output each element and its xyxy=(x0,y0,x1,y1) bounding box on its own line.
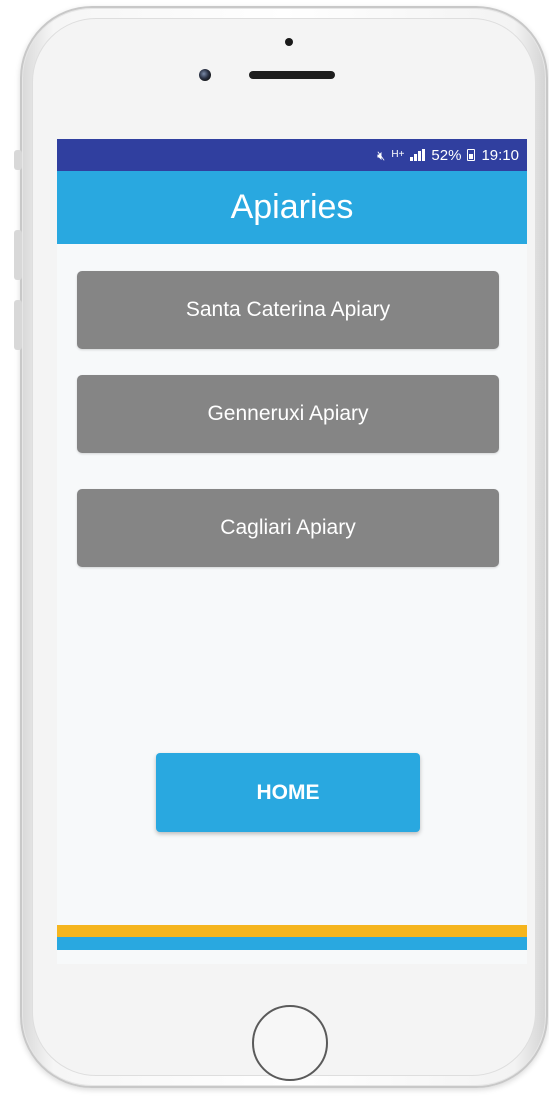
footer-stripe-blue xyxy=(57,937,527,950)
earpiece-speaker xyxy=(249,71,335,79)
status-time: 19:10 xyxy=(481,146,519,164)
volume-up-button xyxy=(14,230,22,280)
device-mockup: 🔇︎ H+ 52% 19:10 Apiaries Santa Caterina … xyxy=(0,0,549,1097)
apiary-button-santa-caterina[interactable]: Santa Caterina Apiary xyxy=(77,271,499,349)
apiary-button-genneruxi[interactable]: Genneruxi Apiary xyxy=(77,375,499,453)
signal-icon xyxy=(410,149,426,161)
apiary-button-cagliari[interactable]: Cagliari Apiary xyxy=(77,489,499,567)
footer-stripe-yellow xyxy=(57,925,527,937)
mute-icon: 🔇︎ xyxy=(377,147,386,163)
app-screen: 🔇︎ H+ 52% 19:10 Apiaries Santa Caterina … xyxy=(57,139,527,964)
home-button[interactable]: HOME xyxy=(156,753,420,832)
front-camera xyxy=(199,69,211,81)
mute-switch xyxy=(14,150,22,170)
battery-percent: 52% xyxy=(431,146,462,164)
battery-icon xyxy=(467,149,476,161)
status-bar: 🔇︎ H+ 52% 19:10 xyxy=(57,139,527,171)
apiary-button-label: Genneruxi Apiary xyxy=(207,402,369,425)
apiary-button-label: Santa Caterina Apiary xyxy=(185,298,391,321)
network-type-icon: H+ xyxy=(391,149,405,160)
apiary-button-label: Cagliari Apiary xyxy=(220,516,356,539)
volume-down-button xyxy=(14,300,22,350)
app-bar: Apiaries xyxy=(57,171,527,244)
phone-home-key xyxy=(252,1005,328,1081)
home-button-label: HOME xyxy=(256,780,320,804)
proximity-sensor xyxy=(285,38,293,46)
page-title: Apiaries xyxy=(230,188,354,226)
